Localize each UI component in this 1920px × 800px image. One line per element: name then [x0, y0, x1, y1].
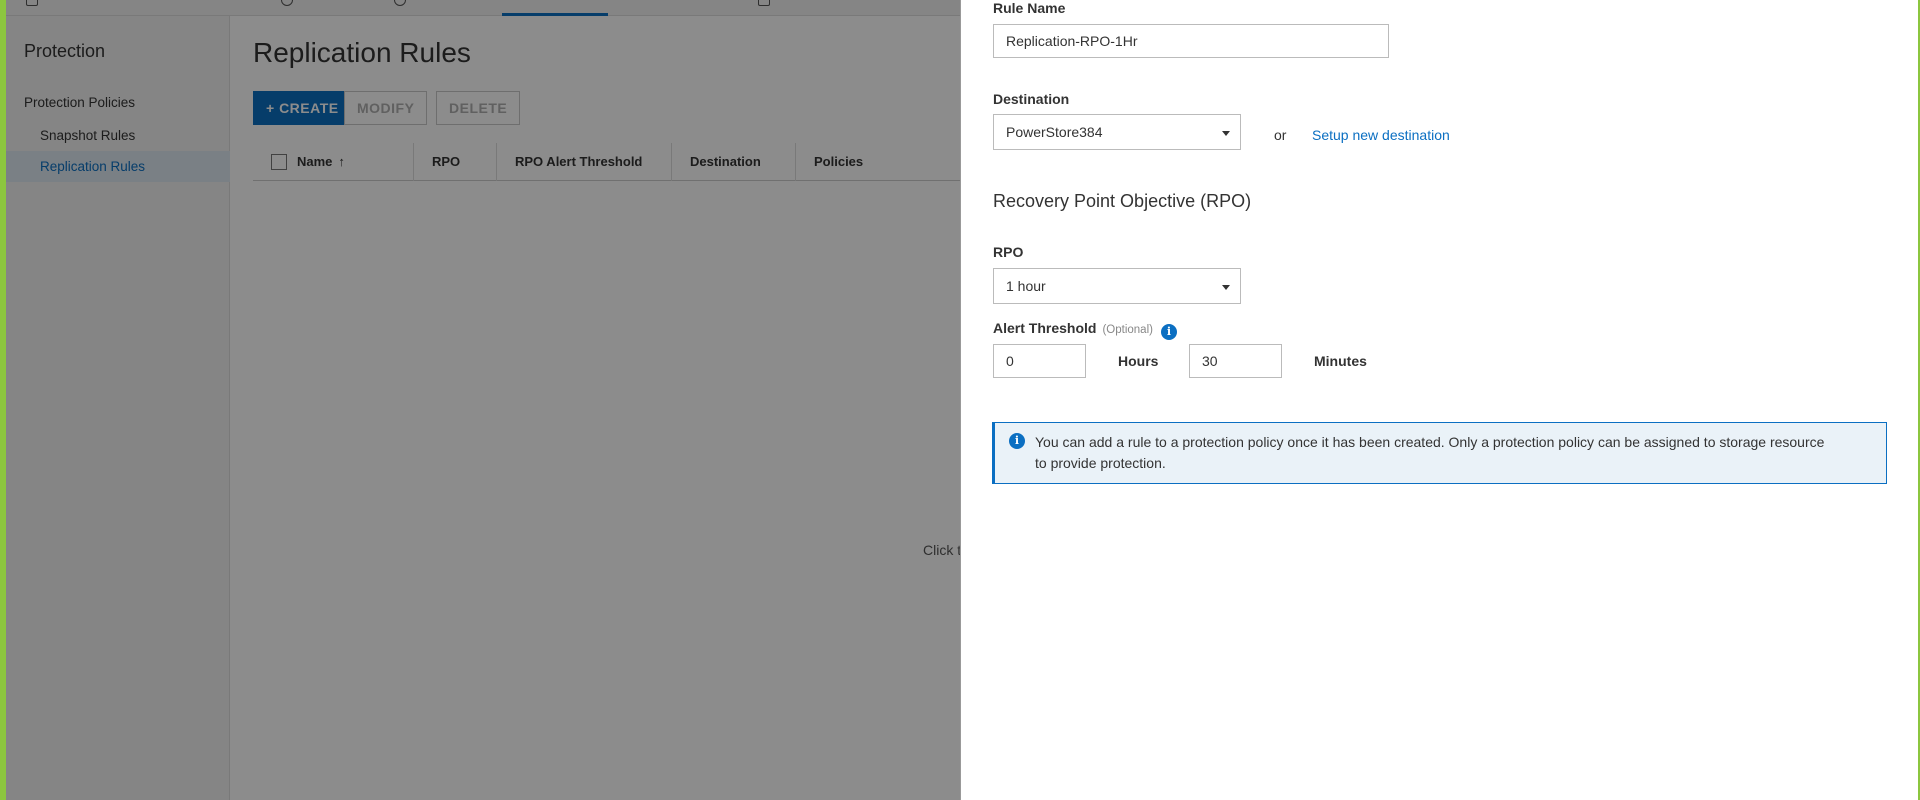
destination-select[interactable]: PowerStore384 — [993, 114, 1241, 150]
info-banner: i You can add a rule to a protection pol… — [992, 422, 1887, 484]
chevron-down-icon — [1222, 285, 1230, 290]
info-icon: i — [1009, 433, 1025, 449]
destination-select-value: PowerStore384 — [1006, 124, 1103, 140]
hours-unit-label: Hours — [1118, 353, 1159, 369]
rpo-select[interactable]: 1 hour — [993, 268, 1241, 304]
info-banner-message: You can add a rule to a protection polic… — [1035, 434, 1825, 471]
alert-minutes-input[interactable] — [1189, 344, 1282, 378]
destination-label: Destination — [993, 91, 1070, 107]
optional-hint: (Optional) — [1102, 324, 1153, 336]
alert-hours-input[interactable] — [993, 344, 1086, 378]
info-icon[interactable]: i — [1160, 324, 1177, 340]
or-text: or — [1274, 127, 1287, 143]
alert-threshold-label-text: Alert Threshold — [993, 320, 1097, 336]
rule-name-input[interactable] — [993, 24, 1389, 58]
rpo-label: RPO — [993, 244, 1024, 260]
modal-overlay — [6, 0, 966, 800]
rule-name-label: Rule Name — [993, 0, 1066, 16]
minutes-unit-label: Minutes — [1314, 353, 1367, 369]
chevron-down-icon — [1222, 131, 1230, 136]
create-replication-rule-panel: Rule Name Destination PowerStore384 or S… — [960, 0, 1920, 800]
rpo-select-value: 1 hour — [1006, 278, 1046, 294]
alert-threshold-label: Alert Threshold (Optional) i — [993, 320, 1177, 340]
rpo-section-title: Recovery Point Objective (RPO) — [993, 191, 1252, 211]
setup-new-destination-link[interactable]: Setup new destination — [1312, 127, 1450, 143]
